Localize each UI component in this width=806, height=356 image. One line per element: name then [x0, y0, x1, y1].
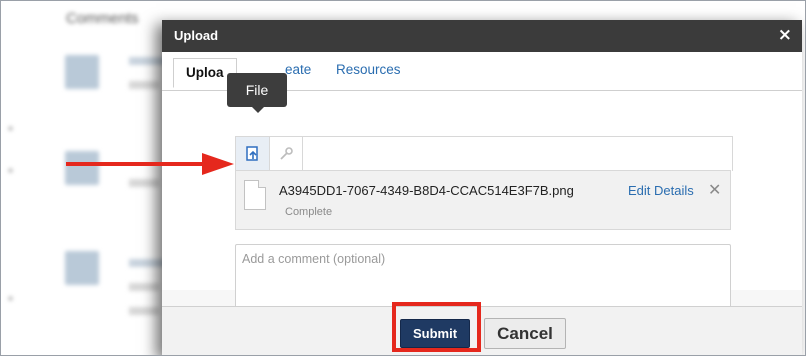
annotation-arrow-icon [66, 153, 234, 175]
cancel-button[interactable]: Cancel [484, 318, 566, 349]
dialog-titlebar: Upload × [162, 20, 802, 52]
screenshot-frame: Comments Upload × Uploa eate Resources A… [0, 0, 806, 356]
divider [9, 127, 12, 130]
link-icon [279, 147, 293, 160]
link-button[interactable] [269, 137, 303, 171]
remove-attachment-icon[interactable]: ✕ [708, 180, 721, 199]
close-icon[interactable]: × [778, 25, 792, 45]
list-item [129, 179, 159, 187]
attachment-file-name: A3945DD1-7067-4349-B8D4-CCAC514E3F7B.png [279, 183, 574, 198]
file-tooltip: File [227, 73, 287, 113]
list-item [129, 307, 159, 315]
avatar [65, 251, 99, 285]
attachment-status: Complete [285, 206, 333, 218]
file-upload-button[interactable] [236, 137, 270, 171]
file-upload-icon [245, 146, 258, 161]
tab-resources[interactable]: Resources [336, 62, 401, 77]
dialog-title: Upload [174, 28, 219, 43]
attachment-row: A3945DD1-7067-4349-B8D4-CCAC514E3F7B.png… [235, 170, 731, 230]
dialog-footer: Submit Cancel [162, 306, 802, 355]
avatar [65, 55, 99, 89]
edit-details-link[interactable]: Edit Details [628, 183, 694, 198]
upload-dialog: Upload × Uploa eate Resources A3945DD1-7… [162, 20, 802, 355]
list-item [129, 283, 159, 291]
attachment-toolbar [235, 136, 733, 171]
comments-heading: Comments [66, 10, 139, 27]
submit-highlight-box [392, 302, 481, 352]
divider [9, 297, 12, 300]
tab-create[interactable]: eate [285, 62, 311, 77]
list-item [129, 81, 159, 89]
divider [9, 169, 12, 172]
document-icon [244, 180, 266, 210]
